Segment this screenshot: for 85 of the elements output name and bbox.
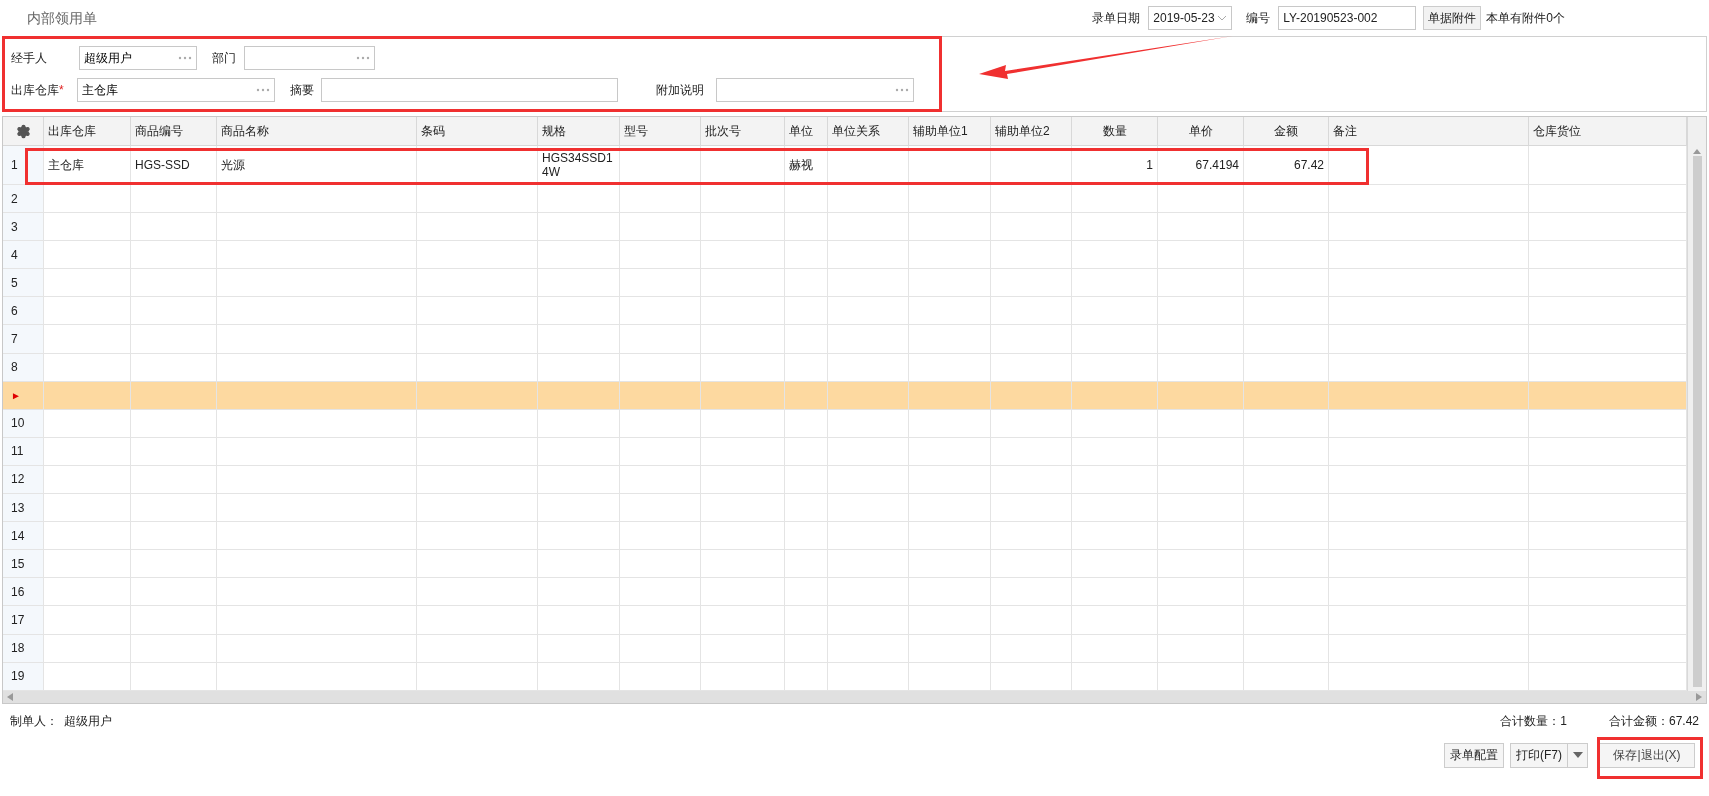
- input-field[interactable]: LY-20190523-002: [1278, 6, 1417, 30]
- column-header[interactable]: 型号: [624, 122, 648, 140]
- row-number: 13: [11, 499, 25, 517]
- table-row[interactable]: 3: [3, 213, 1687, 242]
- row-number: ►: [11, 388, 21, 403]
- creator-label: 制单人：: [10, 712, 58, 730]
- table-row[interactable]: 4: [3, 241, 1687, 270]
- row-number: 5: [11, 274, 18, 292]
- table-row[interactable]: 6: [3, 297, 1687, 326]
- table-row[interactable]: 16: [3, 578, 1687, 607]
- field-label: 附加说明: [656, 82, 705, 99]
- column-header[interactable]: 单价: [1188, 122, 1213, 140]
- total-value: 67.42: [1668, 712, 1699, 730]
- table-row[interactable]: 13: [3, 494, 1687, 523]
- table-cell: 主仓库: [48, 158, 84, 172]
- table-row[interactable]: 11: [3, 437, 1687, 466]
- table-row[interactable]: ►: [3, 381, 1687, 410]
- input-field[interactable]: 主仓库: [77, 78, 275, 102]
- row-number: 2: [11, 190, 18, 208]
- column-header[interactable]: 条码: [421, 122, 445, 140]
- field-label: 出库仓库*: [11, 82, 65, 99]
- table-cell: 67.42: [1293, 158, 1324, 172]
- table-cell: 赫视: [789, 158, 813, 172]
- field-label: 摘要: [290, 82, 315, 99]
- table-row[interactable]: 10: [3, 409, 1687, 438]
- row-number: 6: [11, 302, 18, 320]
- config-button[interactable]: 录单配置: [1444, 742, 1504, 768]
- table-row[interactable]: 15: [3, 550, 1687, 579]
- table-row[interactable]: 2: [3, 185, 1687, 214]
- column-header[interactable]: 仓库货位: [1533, 122, 1581, 140]
- total-value: 1: [1560, 712, 1567, 730]
- column-header[interactable]: 数量: [1102, 122, 1127, 140]
- column-header[interactable]: 出库仓库: [48, 122, 96, 140]
- attachment-button[interactable]: 单据附件: [1423, 6, 1482, 30]
- table-row[interactable]: 8: [3, 353, 1687, 382]
- table-row[interactable]: 7: [3, 325, 1687, 354]
- total-label: 合计数量：: [1500, 712, 1561, 730]
- column-header[interactable]: 备注: [1333, 122, 1357, 140]
- field-label: 录单日期: [1092, 10, 1141, 27]
- table-row[interactable]: 14: [3, 522, 1687, 551]
- column-header[interactable]: 辅助单位2: [995, 122, 1050, 140]
- row-number: 10: [11, 415, 25, 433]
- column-header[interactable]: 单位关系: [832, 122, 880, 140]
- table-row[interactable]: 5: [3, 269, 1687, 298]
- row-number: 16: [11, 583, 25, 601]
- column-header[interactable]: 批次号: [705, 122, 741, 140]
- table-cell-text: HGS34SSD14W: [542, 151, 614, 179]
- field-label: 部门: [212, 50, 237, 67]
- column-header[interactable]: 辅助单位1: [913, 122, 968, 140]
- table-cell: 67.4194: [1195, 158, 1239, 172]
- row-number: 1: [11, 157, 18, 174]
- row-number: 15: [11, 555, 25, 573]
- attachment-note: 本单有附件0个: [1486, 10, 1565, 27]
- table-row[interactable]: 19: [3, 662, 1687, 691]
- row-number: 19: [11, 668, 25, 686]
- row-number: 12: [11, 471, 25, 489]
- row-number: 17: [11, 611, 25, 629]
- row-number: 11: [11, 443, 24, 461]
- row-number: 7: [11, 331, 18, 348]
- table-row[interactable]: 18: [3, 634, 1687, 663]
- row-number: 8: [11, 359, 18, 377]
- save-exit-button[interactable]: 保存|退出(X): [1599, 742, 1695, 768]
- table-cell: 1: [1146, 158, 1153, 172]
- field-label: 经手人: [11, 50, 48, 67]
- table-row[interactable]: 17: [3, 606, 1687, 635]
- total-label: 合计金额：: [1608, 712, 1669, 730]
- print-button[interactable]: 打印(F7): [1510, 742, 1568, 768]
- input-field[interactable]: 超级用户: [79, 46, 197, 70]
- column-header[interactable]: 商品名称: [221, 122, 269, 140]
- row-number: 18: [11, 640, 25, 658]
- page-title: 内部领用单: [27, 8, 97, 28]
- table-cell: 光源: [221, 158, 245, 172]
- field-label: 编号: [1246, 10, 1271, 27]
- row-number: 4: [11, 246, 18, 264]
- table-row[interactable]: 12: [3, 465, 1687, 495]
- creator-value: 超级用户: [64, 712, 112, 730]
- column-header[interactable]: 商品编号: [135, 122, 183, 140]
- table-row[interactable]: 1 主仓库 HGS-SSD 光源 HGS34SSD14W 赫视 1 67.4194 67.42: [3, 146, 1687, 185]
- table-cell: HGS-SSD: [135, 158, 190, 172]
- row-number: 14: [11, 527, 25, 545]
- row-number: 3: [11, 218, 18, 236]
- date-dropdown[interactable]: 2019-05-23: [1148, 6, 1233, 30]
- column-header[interactable]: 金额: [1274, 122, 1298, 140]
- column-header[interactable]: 单位: [789, 122, 813, 140]
- column-header[interactable]: 规格: [542, 122, 566, 140]
